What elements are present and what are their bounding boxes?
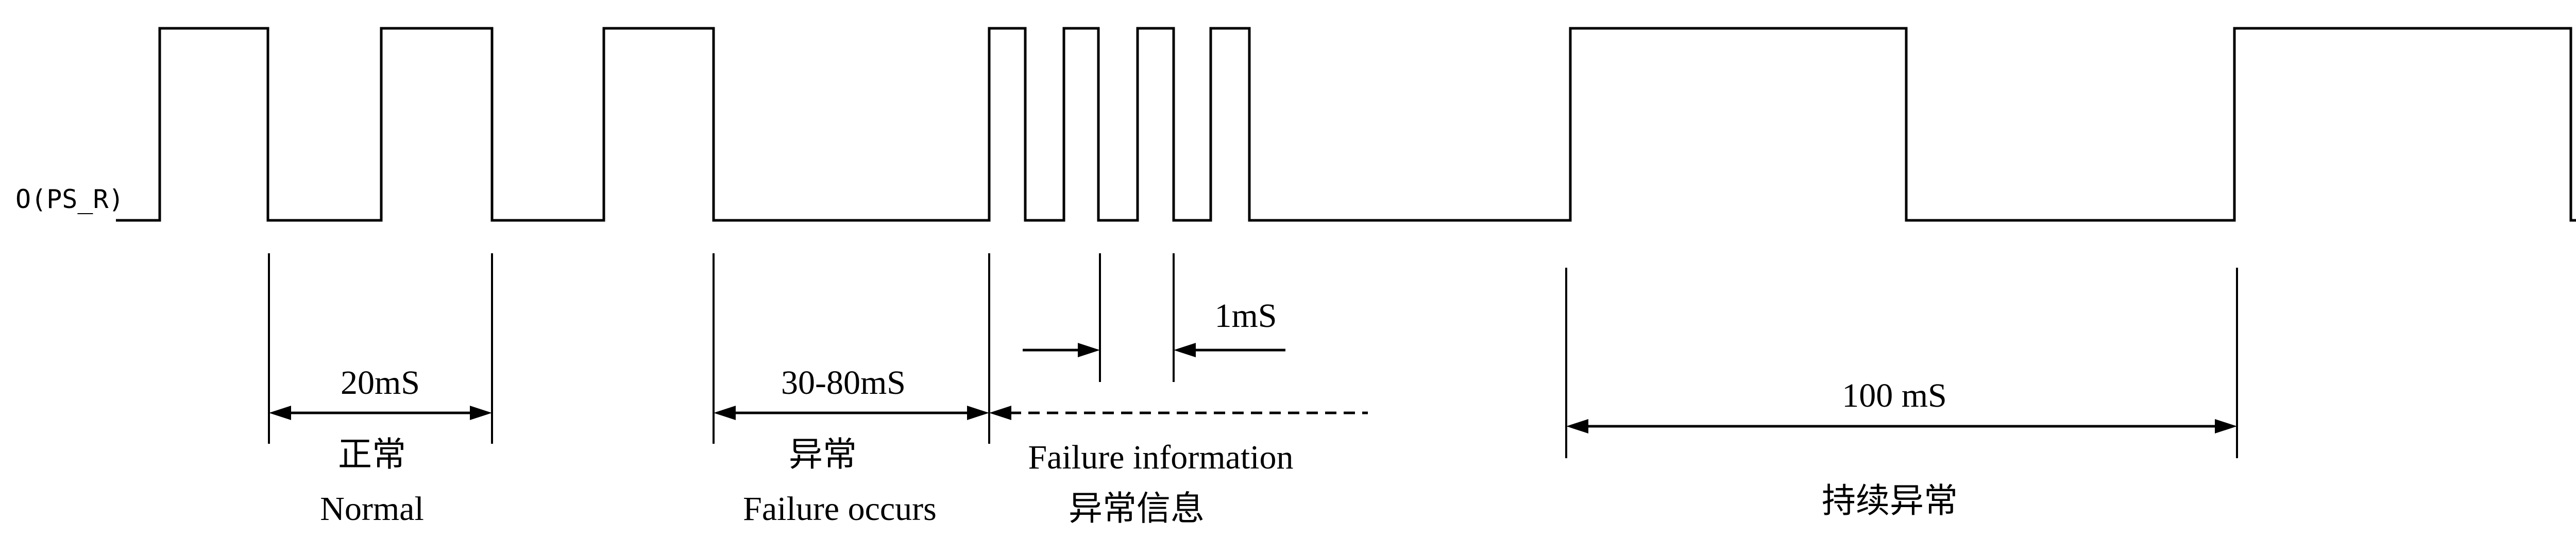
timing-diagram: O(PS_R) 20mS 正常 Normal 30-80mS 异常 Failur… xyxy=(15,27,2576,528)
normal-duration: 20mS xyxy=(341,364,420,402)
failure-info-interval: Failure information 异常信息 xyxy=(989,406,1368,528)
arrowhead xyxy=(967,406,989,420)
continuous-interval: 100 mS 持续异常 xyxy=(1566,377,2237,520)
continuous-duration: 100 mS xyxy=(1842,377,1947,414)
failure-label-cn: 异常 xyxy=(789,436,857,474)
arrowhead xyxy=(989,406,1011,420)
arrowhead xyxy=(2215,419,2237,433)
arrowhead xyxy=(714,406,736,420)
arrowhead xyxy=(269,406,291,420)
failure-label-en: Failure occurs xyxy=(743,490,937,528)
continuous-label-cn: 持续异常 xyxy=(1822,482,1958,520)
normal-interval: 20mS 正常 Normal xyxy=(269,364,492,528)
failure-info-label-en: Failure information xyxy=(1028,439,1293,476)
signal-label: O(PS_R) xyxy=(15,184,124,214)
failure-duration: 30-80mS xyxy=(781,364,906,402)
pulse-width-marker: 1mS xyxy=(1023,297,1285,357)
arrowhead xyxy=(470,406,492,420)
failure-interval: 30-80mS 异常 Failure occurs xyxy=(714,364,989,528)
failure-info-label-cn: 异常信息 xyxy=(1069,490,1205,528)
arrowhead xyxy=(1078,343,1100,357)
arrowhead xyxy=(1174,343,1196,357)
arrowhead xyxy=(1566,419,1588,433)
pulse-width-duration: 1mS xyxy=(1214,297,1277,335)
signal-waveform xyxy=(116,27,2576,222)
normal-label-cn: 正常 xyxy=(338,436,406,474)
normal-label-en: Normal xyxy=(320,490,424,528)
